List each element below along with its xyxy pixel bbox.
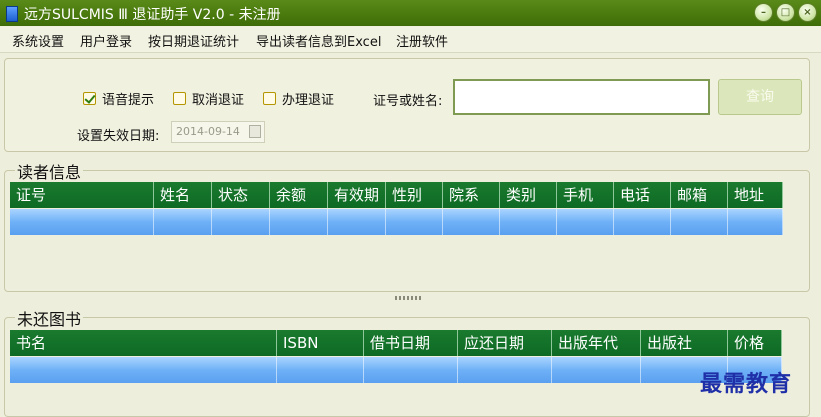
table-row[interactable]: [10, 209, 783, 235]
column-header[interactable]: 地址: [728, 182, 783, 208]
column-header[interactable]: 借书日期: [364, 330, 458, 356]
column-header[interactable]: 出版社: [641, 330, 728, 356]
query-panel: 语音提示 取消退证 办理退证 证号或姓名: 查询 设置失效日期: 2014-09…: [4, 58, 810, 152]
checkbox-checked-icon: [83, 92, 96, 105]
unreturned-books-title: 未还图书: [15, 306, 84, 330]
unreturned-books-group: 未还图书 书名 ISBN 借书日期 应还日期 出版年代 出版社 价格: [4, 306, 810, 417]
column-header[interactable]: 邮箱: [671, 182, 728, 208]
menu-system-settings[interactable]: 系统设置: [12, 31, 64, 50]
column-header[interactable]: 手机: [557, 182, 614, 208]
column-header[interactable]: ISBN: [277, 330, 364, 356]
minimize-button[interactable]: –: [754, 3, 773, 22]
cancel-return-checkbox[interactable]: 取消退证: [173, 89, 244, 108]
title-bar: 远方SULCMIS Ⅲ 退证助手 V2.0 - 未注册 – □ ×: [0, 0, 821, 26]
column-header[interactable]: 性别: [386, 182, 443, 208]
books-header: 书名 ISBN 借书日期 应还日期 出版年代 出版社 价格: [10, 330, 782, 356]
process-return-checkbox[interactable]: 办理退证: [263, 89, 334, 108]
column-header[interactable]: 类别: [500, 182, 557, 208]
reader-info-header: 证号 姓名 状态 余额 有效期 性别 院系 类别 手机 电话 邮箱 地址: [10, 182, 783, 208]
column-header[interactable]: 状态: [212, 182, 270, 208]
menu-register[interactable]: 注册软件: [396, 31, 448, 50]
watermark-text: 最需教育: [700, 371, 793, 397]
column-header[interactable]: 书名: [10, 330, 277, 356]
column-header[interactable]: 证号: [10, 182, 154, 208]
expire-date-picker[interactable]: 2014-09-14: [171, 121, 265, 143]
table-row[interactable]: [10, 357, 782, 383]
column-header[interactable]: 有效期: [328, 182, 386, 208]
column-header[interactable]: 院系: [443, 182, 500, 208]
expire-date-label: 设置失效日期:: [77, 129, 160, 144]
app-icon: [6, 6, 18, 22]
column-header[interactable]: 电话: [614, 182, 671, 208]
window-title: 远方SULCMIS Ⅲ 退证助手 V2.0 - 未注册: [24, 7, 281, 23]
checkbox-unchecked-icon: [263, 92, 276, 105]
menu-export-excel[interactable]: 导出读者信息到Excel: [256, 31, 381, 50]
reader-info-group: 读者信息 证号 姓名 状态 余额 有效期 性别 院系 类别 手机 电话 邮箱 地…: [4, 159, 810, 292]
column-header[interactable]: 价格: [728, 330, 782, 356]
search-label: 证号或姓名:: [373, 94, 443, 109]
maximize-button[interactable]: □: [776, 3, 795, 22]
checkbox-unchecked-icon: [173, 92, 186, 105]
panel-splitter[interactable]: [395, 296, 423, 300]
menu-stats-by-date[interactable]: 按日期退证统计: [148, 31, 239, 50]
column-header[interactable]: 应还日期: [458, 330, 552, 356]
column-header[interactable]: 余额: [270, 182, 328, 208]
voice-prompt-checkbox[interactable]: 语音提示: [83, 89, 154, 108]
close-button[interactable]: ×: [798, 3, 817, 22]
reader-info-title: 读者信息: [15, 159, 84, 183]
search-input[interactable]: [453, 79, 710, 115]
query-button[interactable]: 查询: [718, 79, 802, 115]
column-header[interactable]: 出版年代: [552, 330, 641, 356]
calendar-icon[interactable]: [249, 125, 261, 138]
column-header[interactable]: 姓名: [154, 182, 212, 208]
menu-user-login[interactable]: 用户登录: [80, 31, 132, 50]
menu-bar: 系统设置 用户登录 按日期退证统计 导出读者信息到Excel 注册软件: [0, 26, 821, 53]
